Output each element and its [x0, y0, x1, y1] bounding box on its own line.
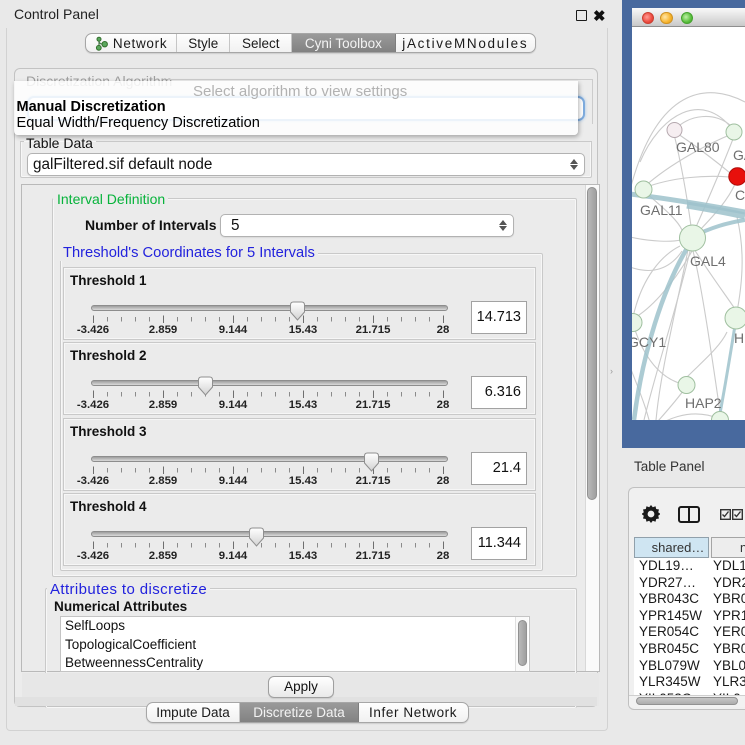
svg-text:HAP2: HAP2 [685, 395, 722, 411]
svg-text:GAL11: GAL11 [640, 202, 683, 218]
svg-text:HIS4: HIS4 [734, 330, 745, 346]
svg-text:GAL4: GAL4 [690, 253, 726, 269]
svg-text:GAL80: GAL80 [676, 139, 720, 155]
svg-text:CDC2: CDC2 [735, 187, 745, 203]
svg-text:GCY1: GCY1 [632, 334, 666, 350]
svg-text:GAL2: GAL2 [733, 147, 745, 163]
